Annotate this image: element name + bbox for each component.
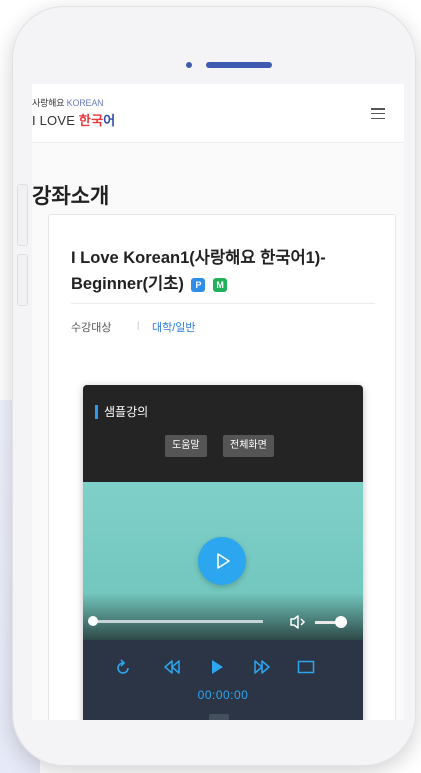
mobile-badge: M	[213, 278, 228, 292]
phone-speaker	[206, 62, 272, 68]
page-title: 강좌소개	[32, 185, 110, 208]
progress-handle[interactable]	[88, 616, 98, 626]
sample-lecture-title: 샘플강의	[95, 405, 148, 419]
sample-player: 샘플강의 도움말 전체화면 00:00:00	[83, 385, 363, 720]
logo-line1: 사랑해요 KOREAN	[32, 96, 115, 109]
phone-camera	[186, 62, 192, 68]
pc-badge: P	[191, 278, 206, 292]
separator: |	[137, 320, 140, 330]
phone-side-button	[17, 254, 28, 306]
screen-icon[interactable]	[297, 659, 315, 675]
target-value[interactable]: 대학/일반	[152, 319, 196, 335]
play-small-icon[interactable]	[209, 659, 225, 675]
logo-text-en: KOREAN	[66, 98, 104, 108]
course-title: I Love Korean1(사랑해요 한국어1)-Beginner(기초) P…	[71, 245, 381, 297]
logo-line2: I LOVE 한국어	[32, 110, 115, 129]
help-button[interactable]: 도움말	[165, 435, 207, 457]
menu-icon[interactable]	[371, 108, 385, 120]
logo-text-ilove: I LOVE	[32, 113, 76, 128]
logo-text-eo: 어	[103, 113, 116, 128]
control-handle[interactable]	[209, 714, 229, 720]
site-header: 사랑해요 KOREAN I LOVE 한국어	[32, 84, 404, 143]
logo-text-ko: 사랑해요	[32, 98, 65, 108]
phone-side-button	[17, 184, 28, 246]
volume-icon[interactable]	[289, 614, 307, 630]
volume-handle[interactable]	[335, 616, 347, 628]
player-controls: 00:00:00	[83, 640, 363, 720]
fullscreen-button[interactable]: 전체화면	[223, 435, 274, 457]
divider	[71, 303, 375, 304]
progress-bar[interactable]	[93, 620, 263, 623]
target-label: 수강대상	[71, 322, 112, 334]
video-area[interactable]	[83, 482, 363, 640]
time-display: 00:00:00	[197, 688, 249, 702]
play-icon[interactable]	[198, 537, 246, 585]
phone-screen: 사랑해요 KOREAN I LOVE 한국어 강좌소개 I Love Korea…	[32, 84, 404, 720]
site-logo[interactable]: 사랑해요 KOREAN I LOVE 한국어	[32, 96, 115, 129]
logo-text-hanguk: 한국	[78, 113, 104, 128]
rewind-icon[interactable]	[163, 659, 181, 675]
forward-icon[interactable]	[253, 659, 271, 675]
course-card: I Love Korean1(사랑해요 한국어1)-Beginner(기초) P…	[48, 214, 396, 720]
replay-icon[interactable]	[115, 659, 131, 675]
